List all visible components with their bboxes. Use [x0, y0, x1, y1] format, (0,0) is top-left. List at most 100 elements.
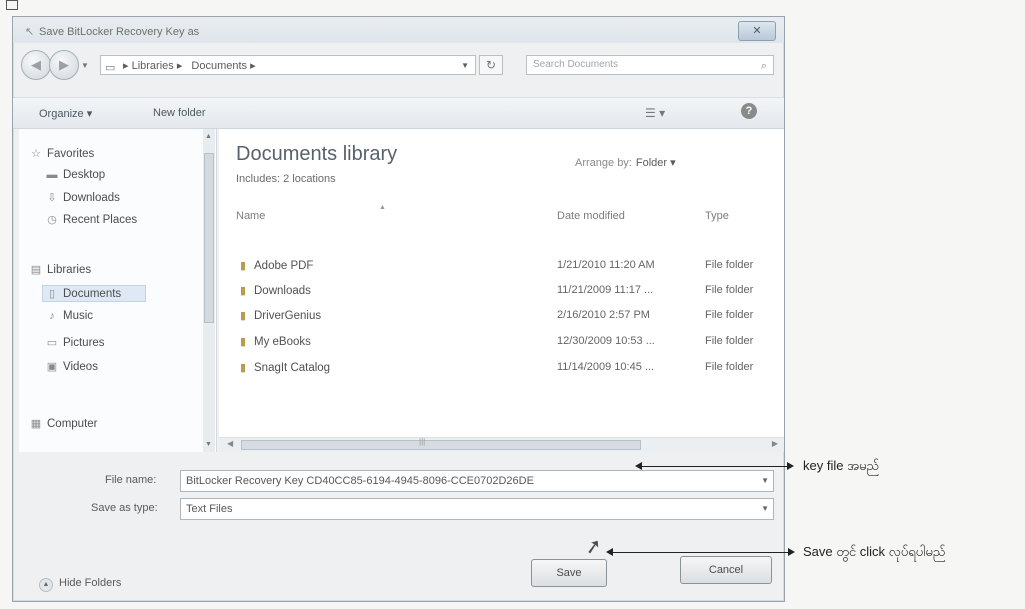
- file-name: ▮ My eBooks: [236, 335, 311, 348]
- file-row[interactable]: ▮ Downloads 11/21/2009 11:17 ... File fol…: [236, 280, 784, 304]
- dialog-footer: ▲ Hide Folders Save Cancel: [13, 527, 784, 601]
- sidebar-item-videos[interactable]: ▣ Videos: [45, 360, 98, 373]
- scroll-grip-icon: |||: [419, 437, 426, 446]
- cancel-button[interactable]: Cancel: [680, 556, 772, 584]
- file-name-annotation-arrow: [635, 462, 794, 470]
- checkbox-icon: [6, 0, 18, 10]
- sidebar-item-pictures[interactable]: ▭ Pictures: [45, 336, 105, 349]
- sidebar-item-recent-places[interactable]: ◷ Recent Places: [45, 213, 137, 226]
- organize-menu[interactable]: Organize ▾: [39, 107, 92, 120]
- sidebar-item-computer[interactable]: ▦ Computer: [29, 417, 98, 430]
- save-as-type-dropdown-icon[interactable]: ▼: [761, 499, 769, 519]
- library-title: Documents library: [236, 143, 398, 165]
- column-header-type[interactable]: Type: [705, 210, 729, 222]
- arrange-by-dropdown[interactable]: Folder ▾: [636, 157, 676, 169]
- file-name-label: File name:: [105, 474, 157, 486]
- file-row[interactable]: ▮ SnagIt Catalog 11/14/2009 10:45 ... Fil…: [236, 357, 784, 381]
- file-row[interactable]: ▮ Adobe PDF 1/21/2010 11:20 AM File folde…: [236, 255, 784, 279]
- file-date: 2/16/2010 2:57 PM: [557, 309, 650, 321]
- file-type: File folder: [705, 309, 754, 321]
- save-as-type-value: Text Files: [186, 503, 233, 515]
- folder-icon: ▮: [239, 285, 247, 297]
- breadcrumb: ▸ Libraries ▸ Documents ▸: [123, 56, 262, 76]
- new-folder-button[interactable]: New folder: [153, 107, 206, 119]
- sidebar-item-downloads[interactable]: ⇩ Downloads: [45, 191, 120, 204]
- scrollbar-thumb[interactable]: [204, 153, 214, 323]
- music-icon: ♪: [49, 310, 55, 322]
- file-name: ▮ DriverGenius: [236, 309, 321, 322]
- library-includes-link[interactable]: Includes: 2 locations: [236, 173, 336, 185]
- file-date: 11/14/2009 10:45 ...: [557, 361, 655, 373]
- videos-icon: ▣: [46, 361, 58, 373]
- scroll-left-icon[interactable]: ◀: [227, 439, 233, 448]
- close-button[interactable]: ✕: [738, 21, 776, 41]
- hide-folders-label: Hide Folders: [59, 577, 122, 589]
- folder-icon: ▮: [239, 260, 247, 272]
- file-name: ▮ Adobe PDF: [236, 259, 313, 272]
- file-row[interactable]: ▮ My eBooks 12/30/2009 10:53 ... File fol…: [236, 331, 784, 355]
- refresh-button[interactable]: ↻: [479, 55, 503, 75]
- scrollbar-thumb[interactable]: [241, 440, 641, 450]
- sidebar-item-documents[interactable]: ▯ Documents: [42, 285, 147, 302]
- file-type: File folder: [705, 335, 754, 347]
- sidebar-item-favorites[interactable]: ☆ Favorites: [29, 147, 94, 160]
- column-header-date[interactable]: Date modified: [557, 210, 625, 222]
- history-dropdown-icon[interactable]: ▼: [81, 61, 89, 70]
- address-dropdown-icon[interactable]: ▼: [461, 56, 469, 76]
- sidebar-scrollbar[interactable]: ▲ ▼: [203, 129, 215, 452]
- address-field[interactable]: ▭ ▸ Libraries ▸ Documents ▸ ▼: [100, 55, 476, 75]
- save-annotation-arrow: [606, 548, 795, 556]
- file-type: File folder: [705, 361, 754, 373]
- address-bar: ◀ ▶ ▼ ▭ ▸ Libraries ▸ Documents ▸ ▼ ↻ Se…: [13, 47, 784, 83]
- folder-icon: ▮: [239, 336, 247, 348]
- scroll-down-icon[interactable]: ▼: [205, 441, 212, 448]
- documents-icon: ▯: [48, 288, 56, 300]
- sidebar-item-desktop[interactable]: ▬ Desktop: [45, 169, 106, 181]
- downloads-icon: ⇩: [47, 192, 57, 204]
- hide-folders-button[interactable]: ▲ Hide Folders: [39, 577, 121, 592]
- file-name-field[interactable]: BitLocker Recovery Key CD40CC85-6194-494…: [180, 470, 774, 492]
- sidebar-item-music[interactable]: ♪ Music: [45, 310, 93, 322]
- file-type: File folder: [705, 284, 754, 296]
- title-bar: ↖ Save BitLocker Recovery Key as ✕: [13, 17, 784, 43]
- libraries-icon: ▤: [30, 264, 42, 276]
- file-date: 1/21/2010 11:20 AM: [557, 259, 655, 271]
- folder-icon: ▭: [105, 62, 116, 74]
- views-button[interactable]: ☰ ▾: [645, 106, 665, 120]
- navigation-pane: ☆ Favorites ▬ Desktop ⇩ Downloads ◷ Recent P…: [19, 129, 217, 452]
- window-icon: ↖: [25, 26, 35, 38]
- save-annotation: Save တွင် click လုပ်ရပါမည်: [803, 544, 946, 559]
- forward-button[interactable]: ▶: [49, 50, 79, 80]
- search-icon: ⌕: [760, 60, 767, 72]
- scroll-right-icon[interactable]: ▶: [772, 439, 778, 448]
- sidebar-item-libraries[interactable]: ▤ Libraries: [29, 263, 91, 276]
- pictures-icon: ▭: [46, 337, 58, 349]
- computer-icon: ▦: [30, 418, 42, 430]
- refresh-icon: ↻: [485, 58, 497, 72]
- file-name-value: BitLocker Recovery Key CD40CC85-6194-494…: [186, 475, 534, 487]
- arrange-by-label: Arrange by:: [575, 157, 632, 169]
- scroll-up-icon[interactable]: ▲: [205, 133, 212, 140]
- file-row[interactable]: ▮ DriverGenius 2/16/2010 2:57 PM File fol…: [236, 305, 784, 329]
- star-icon: ☆: [31, 148, 41, 160]
- command-toolbar: Organize ▾ New folder ☰ ▾ ?: [13, 97, 784, 129]
- recent-places-icon: ◷: [47, 214, 57, 226]
- file-list-pane: Documents library Includes: 2 locations …: [219, 129, 784, 452]
- back-button[interactable]: ◀: [21, 50, 51, 80]
- sort-arrow-icon: ▲: [379, 204, 386, 211]
- page-top-strip: [0, 0, 1025, 14]
- save-as-type-select[interactable]: Text Files ▼: [180, 498, 774, 520]
- help-icon[interactable]: ?: [741, 103, 757, 119]
- file-name-dropdown-icon[interactable]: ▼: [761, 471, 769, 491]
- horizontal-scrollbar[interactable]: ◀ ||| ▶: [219, 437, 784, 452]
- save-button[interactable]: Save: [531, 559, 607, 587]
- save-as-type-label: Save as type:: [91, 502, 158, 514]
- chevron-up-icon: ▲: [39, 578, 53, 592]
- search-placeholder: Search Documents: [533, 59, 619, 70]
- arrange-by: Arrange by: Folder ▾: [575, 156, 676, 169]
- desktop-icon: ▬: [46, 169, 58, 181]
- column-header-name[interactable]: Name: [236, 210, 265, 222]
- breadcrumb-documents[interactable]: Documents ▸: [191, 60, 255, 72]
- search-input[interactable]: Search Documents ⌕: [526, 55, 774, 75]
- breadcrumb-libraries[interactable]: ▸ Libraries ▸: [123, 60, 182, 72]
